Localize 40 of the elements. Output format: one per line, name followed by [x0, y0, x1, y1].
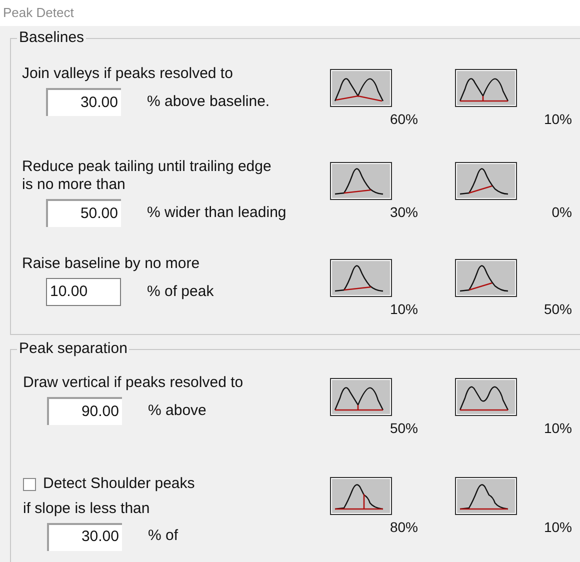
peak-diagram — [455, 162, 517, 200]
percent-label: 10% — [542, 110, 572, 129]
percent-label: 50% — [542, 300, 572, 319]
option-label: if slope is less than — [23, 500, 151, 516]
number-field[interactable]: 90.00 — [47, 397, 122, 425]
number-field[interactable]: 50.00 — [46, 199, 121, 227]
percent-label: 50% — [388, 419, 418, 438]
peak-diagram — [330, 69, 392, 107]
window-title: Peak Detect — [3, 4, 74, 22]
unit-label: % above baseline. — [147, 92, 270, 112]
percent-label: 30% — [388, 203, 418, 222]
percent-label: 10% — [542, 518, 572, 537]
peak-diagram — [455, 69, 517, 107]
peak-diagram — [455, 259, 517, 297]
option-label: Raise baseline by no more — [22, 255, 201, 272]
group-title: Peak separation — [17, 339, 130, 359]
percent-label: 10% — [542, 419, 572, 438]
peak-diagram — [455, 378, 517, 416]
unit-label: % of peak — [147, 282, 214, 302]
option-label: Draw vertical if peaks resolved to — [23, 374, 244, 391]
checkbox[interactable] — [23, 478, 36, 491]
option-label: Reduce peak tailing until trailing edge — [22, 158, 272, 175]
unit-label: % of — [148, 526, 178, 546]
checkbox-label: Detect Shoulder peaks — [43, 474, 195, 494]
percent-label: 60% — [388, 110, 418, 129]
percent-label: 10% — [388, 300, 418, 319]
number-field[interactable]: 30.00 — [46, 88, 121, 116]
option-label: Join valleys if peaks resolved to — [22, 65, 234, 82]
percent-label: 0% — [550, 203, 572, 222]
percent-label: 80% — [388, 518, 418, 537]
peak-diagram — [330, 259, 392, 297]
peak-diagram — [455, 477, 517, 515]
option-label: is no more than — [22, 176, 126, 193]
peak-diagram — [330, 162, 392, 200]
number-field[interactable]: 10.00 — [46, 278, 121, 306]
number-field[interactable]: 30.00 — [47, 522, 122, 550]
unit-label: % wider than leading — [147, 202, 286, 223]
peak-diagram — [330, 477, 392, 515]
peak-diagram — [330, 378, 392, 416]
unit-label: % above — [148, 400, 206, 421]
